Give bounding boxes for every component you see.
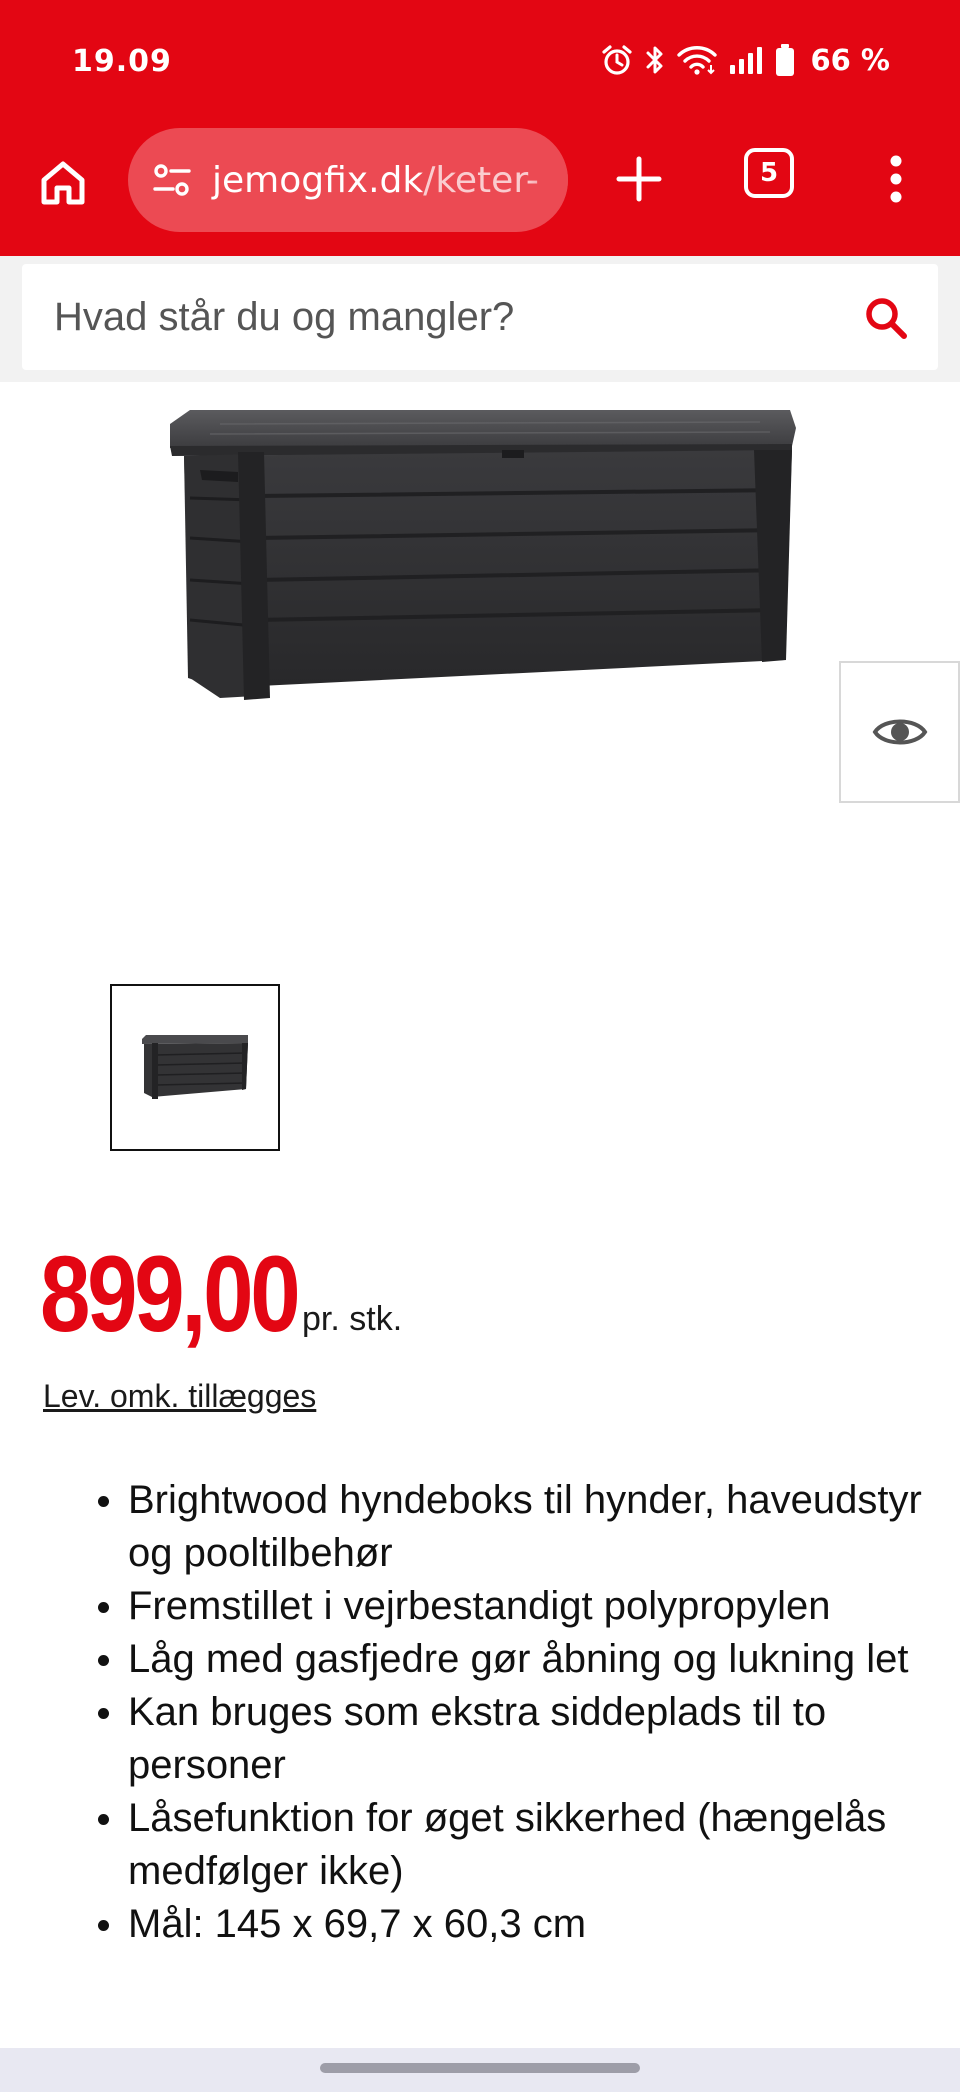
url-host: jemogfix.dk (212, 159, 424, 201)
browser-chrome: 19.09 66 % jemogfix.dk/keter- 5 (0, 0, 960, 256)
search-icon (866, 298, 907, 339)
plus-icon (616, 156, 662, 202)
gesture-handle[interactable] (320, 2063, 640, 2073)
product-thumbnail[interactable] (110, 984, 280, 1151)
tab-count: 5 (759, 158, 779, 188)
search-button[interactable] (862, 294, 910, 342)
shipping-cost-link[interactable]: Lev. omk. tillægges (43, 1378, 316, 1415)
price-row: 899,00 (40, 1238, 346, 1348)
status-time: 19.09 (72, 44, 172, 79)
product-price: 899,00 (40, 1233, 301, 1354)
home-button[interactable] (30, 150, 96, 216)
feature-item: Brightwood hyndeboks til hynder, haveuds… (98, 1474, 928, 1580)
home-icon (41, 161, 85, 205)
navigation-gesture-area (0, 2048, 960, 2092)
search-input[interactable] (54, 264, 854, 370)
url-path: /keter- (423, 159, 539, 201)
address-bar[interactable]: jemogfix.dk/keter- (128, 128, 568, 232)
new-tab-button[interactable] (606, 146, 672, 212)
site-settings-icon[interactable] (146, 154, 198, 206)
battery-level: 66 % (810, 43, 890, 77)
eye-icon (872, 719, 927, 745)
price-unit: pr. stk. (302, 1300, 403, 1338)
url-text: jemogfix.dk/keter- (212, 160, 539, 201)
feature-item: Låg med gasfjedre gør åbning og lukning … (98, 1633, 928, 1686)
wifi-icon (676, 43, 718, 77)
search-box (22, 264, 938, 370)
alarm-icon (600, 43, 634, 77)
product-image[interactable] (160, 398, 800, 728)
url-fade (528, 128, 568, 232)
browser-menu-button[interactable] (874, 146, 918, 212)
site-search-bar (0, 256, 960, 382)
feature-list: Brightwood hyndeboks til hynder, haveuds… (98, 1474, 928, 1951)
browser-toolbar: jemogfix.dk/keter- 5 (0, 128, 960, 232)
tab-switcher-button[interactable]: 5 (744, 148, 794, 198)
feature-item: Låsefunktion for øget sikkerhed (hængelå… (98, 1792, 928, 1898)
quick-view-button[interactable] (839, 661, 960, 803)
feature-item: Fremstillet i vejrbestandigt polypropyle… (98, 1580, 928, 1633)
signal-icon (728, 43, 764, 77)
battery-icon (774, 43, 796, 77)
feature-item: Kan bruges som ekstra siddeplads til to … (98, 1686, 928, 1792)
status-icons: 66 % (600, 40, 890, 80)
bluetooth-icon (644, 43, 666, 77)
more-vert-icon (890, 155, 902, 203)
feature-item: Mål: 145 x 69,7 x 60,3 cm (98, 1898, 928, 1951)
